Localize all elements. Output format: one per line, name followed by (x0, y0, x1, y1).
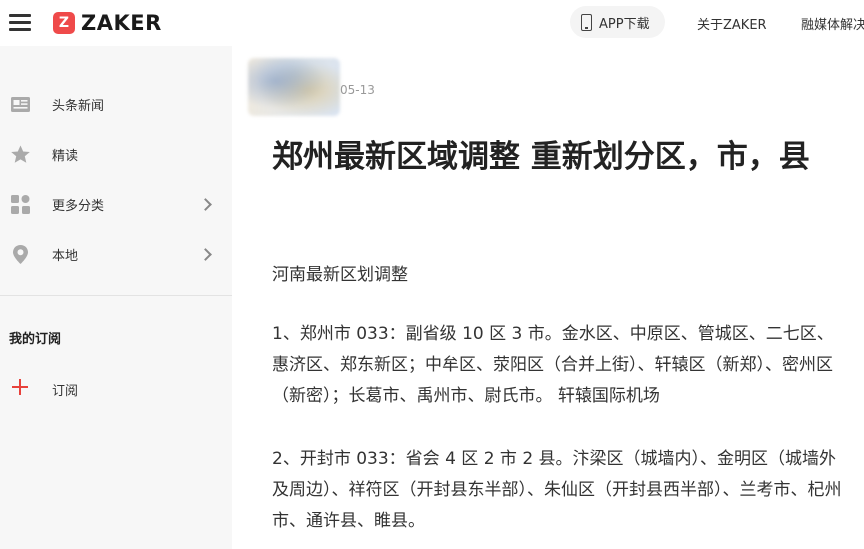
chevron-right-icon (199, 247, 212, 261)
logo-text: ZAKER (81, 11, 162, 35)
star-icon (11, 145, 30, 163)
sidebar-item-more-categories[interactable]: 更多分类 (0, 184, 232, 224)
author-avatar[interactable] (248, 58, 340, 116)
plus-icon (12, 379, 28, 395)
sidebar-item-headlines[interactable]: 头条新闻 (0, 84, 232, 124)
article-paragraph: 1、郑州市 033：副省级 10 区 3 市。金水区、中原区、管城区、二七区、惠… (272, 324, 834, 406)
sidebar-item-label: 头条新闻 (52, 98, 105, 114)
newspaper-icon (11, 96, 30, 112)
top-header: Z ZAKER APP下载 关于ZAKER 融媒体解决 (0, 0, 864, 46)
menu-icon[interactable] (9, 13, 31, 31)
article-content: 05-13 郑州最新区域调整 重新划分区，市，县 河南最新区划调整 1、郑州市 … (232, 46, 864, 549)
subscription-heading: 我的订阅 (9, 332, 62, 347)
app-download-label: APP下载 (599, 16, 650, 32)
logo-mark: Z (53, 12, 75, 34)
app-download-button[interactable]: APP下载 (570, 6, 665, 38)
sidebar-item-featured[interactable]: 精读 (0, 134, 232, 174)
categories-icon (11, 194, 30, 214)
location-pin-icon (13, 244, 28, 264)
sidebar-divider (0, 295, 232, 296)
about-link[interactable]: 关于ZAKER (697, 14, 767, 33)
subscribe-label: 订阅 (52, 384, 79, 399)
sidebar-item-label: 更多分类 (52, 198, 105, 214)
article-paragraph: 2、开封市 033：省会 4 区 2 市 2 县。汴梁区（城墙内）、金明区（城墙… (272, 449, 842, 531)
sidebar-item-label: 本地 (52, 248, 79, 264)
sidebar-item-local[interactable]: 本地 (0, 234, 232, 274)
article-date: 05-13 (340, 83, 375, 97)
media-solutions-link[interactable]: 融媒体解决 (801, 14, 864, 33)
zaker-logo[interactable]: Z ZAKER (53, 11, 162, 35)
article-title: 郑州最新区域调整 重新划分区，市，县 (272, 139, 810, 175)
article-paragraph: 河南最新区划调整 (272, 265, 408, 285)
phone-icon (581, 13, 592, 31)
chevron-right-icon (199, 197, 212, 211)
sidebar-item-label: 精读 (52, 148, 79, 164)
subscribe-button[interactable]: 订阅 (0, 369, 232, 409)
sidebar: 头条新闻 精读 更多分类 本地 我的订阅 订阅 (0, 46, 232, 549)
